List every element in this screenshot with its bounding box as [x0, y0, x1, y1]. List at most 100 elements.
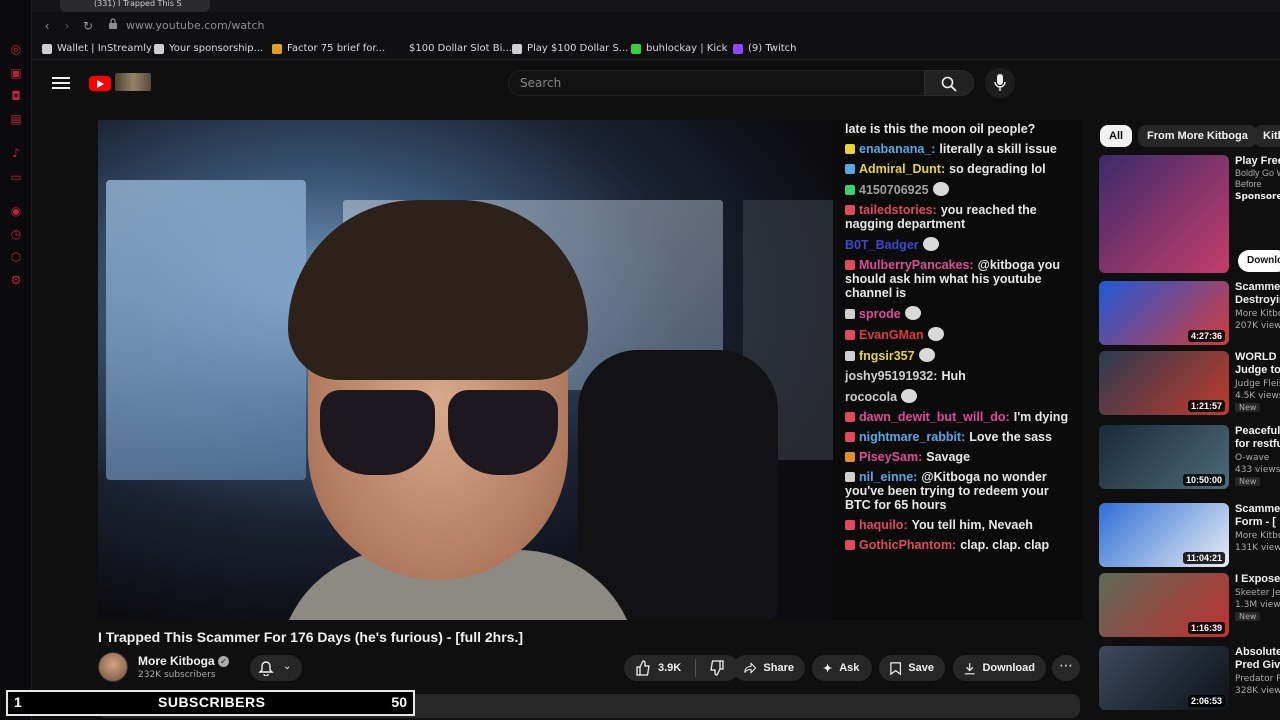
messenger-icon[interactable]: ◎: [9, 42, 23, 56]
recommendation-item[interactable]: 1:16:39 I Exposed Skeeter Je 1.3M views New: [1099, 573, 1280, 641]
recommendation-channel: More Kitbo: [1235, 531, 1280, 541]
download-button[interactable]: Download: [953, 655, 1046, 681]
extensions-icon[interactable]: ⬡: [9, 250, 23, 264]
dislike-icon[interactable]: [709, 660, 725, 676]
recommendation-title[interactable]: I Exposed: [1235, 573, 1280, 586]
video-thumbnail[interactable]: 11:04:21: [1099, 503, 1229, 567]
search-input[interactable]: Search: [508, 70, 924, 96]
chat-text: I'm dying: [1013, 410, 1069, 424]
bookmark-label: buhlockay | Kick: [646, 43, 728, 54]
sponsored-download-button[interactable]: Download: [1238, 250, 1280, 272]
bookmark-item[interactable]: Wallet | InStreamly: [42, 43, 152, 54]
recommendation-item[interactable]: 1:21:57 WORLD RJudge to Judge Fleis 4.5K vi…: [1099, 351, 1280, 419]
bookmark-label: $100 Dollar Slot Bi...: [409, 43, 512, 54]
recommendation-title[interactable]: ScammerDestroyin: [1235, 281, 1280, 307]
video-thumbnail[interactable]: 1:21:57: [1099, 351, 1229, 415]
youtube-logo[interactable]: [89, 76, 111, 91]
video-person: [278, 200, 638, 620]
recommendation-views: 207K views: [1235, 321, 1280, 331]
recommendation-item[interactable]: 10:50:00 Peaceful for restfu O-wave 433 view…: [1099, 425, 1280, 493]
chat-username: nightmare_rabbit:: [859, 430, 966, 444]
recommendation-channel: Sponsored: [1235, 192, 1280, 202]
recommendation-title[interactable]: Peaceful for restfu: [1235, 425, 1280, 451]
address-bar: ‹ › ↻ www.youtube.com/watch: [32, 12, 1280, 40]
chip-kitboga[interactable]: Kitboga: [1254, 125, 1280, 147]
chat-username: PiseySam:: [859, 450, 923, 464]
chat-text: You tell him, Nevaeh: [911, 518, 1033, 532]
recommendation-views: 1.3M views: [1235, 600, 1280, 610]
recommendation-views: 328K views: [1235, 686, 1280, 696]
settings-icon[interactable]: ⚙: [9, 273, 23, 287]
tiktok-icon[interactable]: ♪: [9, 146, 23, 160]
video-thumbnail[interactable]: 2:06:53: [1099, 646, 1229, 710]
bookmark-item[interactable]: $100 Dollar Slot Bi...: [394, 43, 512, 54]
twitch-icon: [733, 43, 743, 54]
url-field[interactable]: www.youtube.com/watch: [126, 19, 265, 32]
video-player[interactable]: [98, 120, 833, 620]
bookmark-item[interactable]: (9) Twitch: [733, 43, 797, 54]
like-icon[interactable]: [635, 660, 651, 676]
history-icon[interactable]: ◷: [9, 227, 23, 241]
voice-search-button[interactable]: [985, 68, 1015, 98]
channel-avatar[interactable]: [98, 652, 128, 682]
bookmark-save-icon: [890, 661, 902, 675]
notification-button[interactable]: ⌄: [250, 655, 302, 681]
bookmark-item[interactable]: Factor 75 brief for...: [272, 43, 385, 54]
emote-icon: [927, 327, 944, 341]
recommendation-title[interactable]: Play FreeBoldly Go WBefore: [1235, 155, 1280, 190]
back-icon[interactable]: ‹: [39, 18, 55, 34]
chat-message: nil_einne: @Kitboga no wonder you've been…: [845, 470, 1071, 512]
doodle-logo[interactable]: [115, 73, 151, 91]
bookmark-item[interactable]: buhlockay | Kick: [631, 43, 727, 54]
recommendation-title[interactable]: Scammer Form - [: [1235, 503, 1280, 529]
video-thumbnail[interactable]: 10:50:00: [1099, 425, 1229, 489]
ask-button[interactable]: ✦ Ask: [812, 655, 872, 681]
chat-message: tailedstories: you reached the nagging de…: [845, 203, 1071, 231]
chat-message: MulberryPancakes: @kitboga you should ask…: [845, 258, 1071, 300]
video-thumbnail[interactable]: 4:27:36: [1099, 281, 1229, 345]
recommendation-title[interactable]: AbsolutePred Give: [1235, 646, 1280, 672]
ask-label: Ask: [839, 662, 860, 674]
bookmark-item[interactable]: Your sponsorship...: [154, 43, 263, 54]
like-count[interactable]: 3.9K: [658, 662, 681, 674]
recommendation-item[interactable]: 11:04:21 Scammer Form - [More Kitbo 131K vi…: [1099, 503, 1280, 571]
news-icon[interactable]: ▤: [9, 112, 23, 126]
channel-name[interactable]: More Kitboga: [138, 654, 215, 668]
chevron-down-icon: ⌄: [283, 661, 292, 672]
duration-badge: 1:21:57: [1187, 400, 1225, 412]
chat-message: haquilo: You tell him, Nevaeh: [845, 518, 1071, 532]
share-button[interactable]: Share: [733, 655, 805, 681]
chat-username: fngsir357: [859, 349, 915, 363]
recommendation-channel: Judge Fleis: [1235, 379, 1280, 389]
search-button[interactable]: [924, 70, 974, 96]
chat-text: Savage: [926, 450, 971, 464]
chat-icon[interactable]: ▭: [9, 170, 23, 184]
chat-badge-icon: [845, 452, 855, 462]
chat-text: Love the sass: [969, 430, 1052, 444]
instagram-icon[interactable]: ◘: [9, 89, 23, 103]
reload-icon[interactable]: ↻: [80, 18, 96, 34]
recommendation-item[interactable]: 2:06:53 AbsolutePred Give Predator P 328K v…: [1099, 646, 1280, 714]
bookmark-item[interactable]: Play $100 Dollar S...: [512, 43, 628, 54]
recommendation-filter-chips: All From More Kitboga Kitboga: [1098, 124, 1280, 148]
menu-icon[interactable]: [52, 74, 70, 92]
emote-icon: [922, 237, 939, 251]
active-tab[interactable]: (331) I Trapped This S: [60, 0, 210, 12]
recommendation-title[interactable]: WORLD RJudge to: [1235, 351, 1280, 377]
video-monitor: [106, 180, 306, 480]
save-button[interactable]: Save: [879, 655, 945, 681]
video-thumbnail[interactable]: [1099, 155, 1229, 273]
shopping-icon[interactable]: ▣: [9, 66, 23, 80]
chip-from-channel[interactable]: From More Kitboga: [1138, 125, 1257, 147]
bookmarks-bar: Wallet | InStreamly Your sponsorship... …: [32, 40, 1280, 60]
bookmark-icon: [394, 43, 404, 54]
chat-text: late is this the moon oil people?: [845, 122, 1036, 136]
forward-icon[interactable]: ›: [59, 18, 75, 34]
chip-all[interactable]: All: [1100, 125, 1133, 147]
more-actions-button[interactable]: ⋯: [1052, 655, 1080, 681]
save-label: Save: [908, 662, 934, 674]
recommendation-item[interactable]: 4:27:36 ScammerDestroyin More Kitbo 207K vi…: [1099, 281, 1280, 349]
player-icon[interactable]: ◉: [9, 204, 23, 218]
video-thumbnail[interactable]: 1:16:39: [1099, 573, 1229, 637]
emote-icon: [918, 348, 935, 362]
